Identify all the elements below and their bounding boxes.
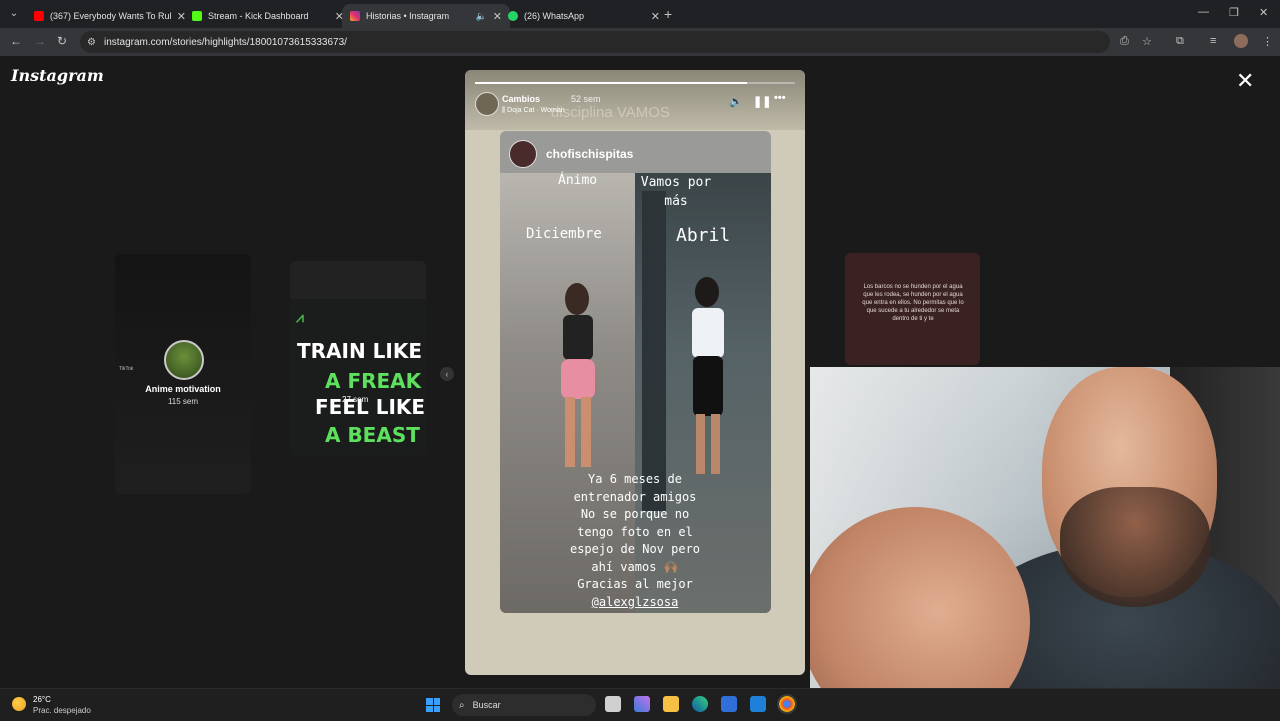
tab-title: Stream - Kick Dashboard — [208, 11, 309, 21]
caption-vamos: Vamos por más — [640, 175, 712, 209]
back-icon[interactable]: ← — [10, 34, 22, 48]
instagram-icon — [350, 11, 360, 21]
caption-line: Ya 6 meses de — [588, 472, 682, 486]
address-bar[interactable]: ⚙ instagram.com/stories/highlights/18001… — [80, 31, 1110, 53]
label-right: Abril — [676, 225, 731, 246]
extensions-icon[interactable]: ⧉ — [1176, 35, 1184, 48]
tab-youtube[interactable]: (367) Everybody Wants To Rule ✕ — [26, 4, 194, 28]
close-icon[interactable]: ✕ — [1236, 70, 1254, 92]
caption-mention[interactable]: @alexglzsosa — [535, 594, 735, 612]
shared-post[interactable]: chofischispitas Ánimo Vamos por más Dici… — [500, 131, 771, 613]
task-view-icon[interactable] — [605, 696, 621, 712]
taskbar-search[interactable]: ⌕ Buscar — [452, 694, 596, 716]
browser-toolbar: ← → ↻ ⚙ instagram.com/stories/highlights… — [0, 28, 1280, 56]
caption-line: espejo de Nov pero — [569, 542, 701, 556]
url-text: instagram.com/stories/highlights/1800107… — [103, 36, 347, 48]
tab-instagram[interactable]: Historias • Instagram 🔈 ✕ — [342, 4, 510, 28]
post-username[interactable]: chofischispitas — [546, 147, 633, 161]
tab-search-chevron-icon[interactable]: ⌄ — [6, 6, 22, 22]
story-username[interactable]: Cambios — [502, 94, 540, 104]
background-text: disciplina VAMOS — [551, 104, 670, 121]
speaker-icon[interactable]: 🔈 — [476, 11, 487, 22]
story-viewer[interactable]: disciplina VAMOS Cambios 52 sem ⫼ Doja C… — [465, 70, 805, 675]
highlight-time: 115 sem — [167, 397, 199, 406]
weather-sun-icon[interactable] — [12, 697, 26, 711]
windows-taskbar: 26°C Prac. despejado ⌕ Buscar — [0, 688, 1280, 721]
quote-text: Los barcos no se hunden por el agua que … — [862, 284, 964, 322]
train-text-line: FEEL LIKE — [315, 395, 426, 419]
minimize-icon[interactable]: — — [1198, 6, 1209, 18]
store-icon[interactable] — [721, 696, 737, 712]
tab-title: (367) Everybody Wants To Rule — [50, 11, 171, 21]
highlight-card-quote[interactable]: Los barcos no se hunden por el agua que … — [845, 253, 980, 365]
search-placeholder: Buscar — [472, 700, 501, 710]
pause-icon[interactable]: ❚❚ — [753, 95, 771, 108]
restore-icon[interactable]: ❐ — [1229, 6, 1239, 19]
story-avatar[interactable] — [475, 92, 499, 116]
train-text-line: A BEAST — [325, 423, 420, 447]
webcam-overlay — [810, 367, 1280, 720]
post-avatar[interactable] — [509, 140, 537, 168]
tab-close-icon[interactable]: ✕ — [651, 10, 660, 23]
story-music[interactable]: ⫼ Doja Cat · Woman — [502, 107, 565, 115]
previous-story-icon[interactable]: ‹ — [440, 367, 454, 381]
new-tab-icon[interactable]: + — [664, 6, 672, 22]
mail-icon[interactable] — [750, 696, 766, 712]
highlight-image: ⩘ TRAIN LIKE A FREAK FEEL LIKE A BEAST 2… — [290, 299, 426, 456]
file-explorer-icon[interactable] — [663, 696, 679, 712]
profile-avatar[interactable] — [1234, 34, 1248, 48]
highlight-avatar — [164, 340, 204, 380]
train-text-line: A FREAK — [325, 369, 422, 393]
edge-icon[interactable] — [692, 696, 708, 712]
highlight-card-anime[interactable]: TikTok Anime motivation 115 sem — [115, 254, 251, 494]
person-left — [561, 283, 595, 467]
chrome-menu-icon[interactable]: ⋮ — [1262, 35, 1273, 48]
search-icon: ⌕ — [459, 699, 465, 711]
label-left: Diciembre — [526, 226, 602, 242]
story-progress-fill — [475, 82, 747, 84]
weather-temp[interactable]: 26°C — [33, 695, 51, 704]
caption-line: tengo foto en el — [577, 524, 693, 539]
highlight-time: 27 sem — [342, 395, 369, 404]
mute-icon[interactable]: 🔈 — [729, 95, 743, 108]
brand-logo-icon: ⩘ — [296, 309, 304, 325]
youtube-icon — [34, 11, 44, 21]
instagram-logo[interactable]: Instagram — [11, 66, 104, 85]
whatsapp-icon — [508, 11, 518, 21]
caption-line: Gracias al mejor — [577, 577, 693, 591]
window-close-icon[interactable]: ✕ — [1259, 6, 1268, 19]
story-progress-bar — [475, 82, 795, 84]
kick-icon — [192, 11, 202, 21]
caption-line: entrenador amigos — [573, 489, 697, 504]
chrome-icon[interactable] — [777, 694, 797, 714]
reload-icon[interactable]: ↻ — [57, 34, 67, 48]
weather-desc[interactable]: Prac. despejado — [33, 706, 91, 715]
tab-title: Historias • Instagram — [366, 11, 450, 21]
person-right — [692, 277, 724, 474]
windows-start-icon[interactable] — [426, 698, 440, 712]
caption-line: ahí vamos 🙌🏽 — [591, 559, 679, 574]
story-time: 52 sem — [571, 94, 601, 104]
tab-whatsapp[interactable]: (26) WhatsApp ✕ — [500, 4, 668, 28]
door-shape — [642, 191, 666, 511]
caption-body: Ya 6 meses de entrenador amigos No se po… — [535, 471, 735, 611]
highlight-title: Anime motivation — [145, 384, 221, 394]
highlight-card-train[interactable]: ⩘ TRAIN LIKE A FREAK FEEL LIKE A BEAST 2… — [290, 261, 426, 456]
forward-icon[interactable]: → — [34, 34, 46, 48]
tab-strip: ⌄ (367) Everybody Wants To Rule ✕ Stream… — [0, 0, 1280, 28]
music-title: Doja Cat · Woman — [507, 107, 565, 114]
install-app-icon[interactable]: ⎙ — [1120, 35, 1129, 48]
copilot-icon[interactable] — [634, 696, 650, 712]
tiktok-watermark: TikTok — [119, 366, 134, 372]
tab-title: (26) WhatsApp — [524, 11, 585, 21]
media-control-icon[interactable]: ≡ — [1210, 35, 1216, 47]
tab-kick[interactable]: Stream - Kick Dashboard ✕ — [184, 4, 352, 28]
more-options-icon[interactable]: ••• — [774, 92, 786, 104]
train-text-line: TRAIN LIKE — [297, 339, 423, 363]
webcam-person-beard — [1060, 487, 1210, 607]
bookmark-star-icon[interactable]: ☆ — [1142, 35, 1152, 48]
caption-animo: Ánimo — [558, 173, 598, 188]
site-info-icon[interactable]: ⚙ — [87, 37, 96, 48]
caption-line: No se porque no — [580, 507, 690, 521]
